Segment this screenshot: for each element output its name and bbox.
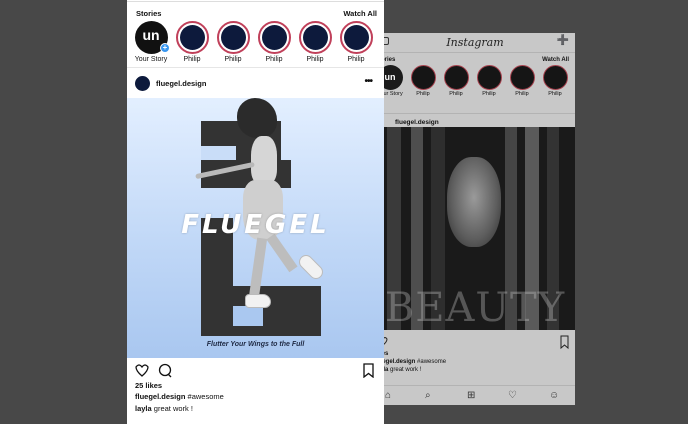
avatar (343, 25, 369, 50)
back-stories-row-header: Stories Watch All (375, 53, 575, 65)
back-caption: fluegel.design #awesome (375, 359, 446, 365)
post-actions (127, 362, 384, 379)
add-post-icon[interactable]: ⊞ (467, 390, 475, 402)
comment-text: great work ! (153, 404, 193, 413)
story-ring (216, 21, 250, 54)
story-ring (257, 21, 291, 54)
story-your-story[interactable]: un + Your Story (131, 21, 171, 63)
portrait-face (447, 157, 501, 247)
story-name: Philip (482, 91, 496, 97)
story-name: Philip (183, 56, 201, 63)
avatar (443, 65, 469, 90)
story-item[interactable]: Philip (172, 21, 212, 63)
caption-user[interactable]: fluegel.design (135, 392, 185, 401)
add-story-plus-icon[interactable]: + (160, 43, 170, 53)
back-post-image[interactable]: BEAUTY (375, 127, 575, 330)
avatar (261, 25, 287, 50)
stories-label: Stories (136, 9, 162, 18)
figure-hair (237, 98, 277, 138)
avatar (302, 25, 328, 50)
back-header: Instagram ➕ (375, 33, 575, 53)
back-story-item[interactable]: Philip (507, 65, 537, 97)
figure-shoe (296, 252, 326, 282)
story-name: Philip (265, 56, 283, 63)
post-tagline: Flutter Your Wings to the Full (206, 341, 305, 348)
story-item[interactable]: Philip (254, 21, 294, 63)
figure-leg (248, 237, 268, 299)
bookmark-icon (363, 363, 374, 379)
back-post-username[interactable]: fluegel.design (395, 119, 439, 126)
back-post-actions (375, 333, 575, 351)
back-comment-text: great work ! (390, 367, 422, 373)
back-actions-icons (378, 335, 569, 350)
heart-icon[interactable]: ♡ (508, 390, 517, 402)
top-divider (127, 0, 384, 2)
post-caption: fluegel.design #awesome (135, 392, 224, 401)
avatar (410, 65, 436, 90)
story-name: Philip (548, 91, 562, 97)
home-icon[interactable]: ⌂ (385, 390, 391, 402)
beauty-watermark-text: BEAUTY (384, 285, 566, 330)
back-story-item[interactable]: Philip (540, 65, 570, 97)
caption-text: #awesome (187, 392, 224, 401)
story-item[interactable]: Philip (336, 21, 376, 63)
like-heart-icon (135, 364, 149, 377)
story-name: Philip (416, 91, 430, 97)
avatar (542, 65, 568, 90)
add-user-icon[interactable]: ➕ (557, 35, 569, 47)
back-story-item[interactable]: Philip (408, 65, 438, 97)
instagram-logo: Instagram (446, 36, 504, 49)
back-phone-screen: Instagram ➕ Stories Watch All un Your St… (375, 33, 575, 405)
avatar-initials: un (142, 27, 160, 43)
story-ring (175, 21, 209, 54)
figure-shoe (245, 294, 271, 308)
post-avatar[interactable] (135, 76, 150, 91)
post-image[interactable]: FLUEGEL Flutter Your Wings to the Full (127, 98, 384, 358)
back-stories-list: un Your Story Philip Philip Philip Phili… (375, 65, 575, 113)
back-caption-text: #awesome (417, 359, 447, 365)
story-item[interactable]: Philip (295, 21, 335, 63)
avatar (220, 25, 246, 50)
watch-all-link[interactable]: Watch All (343, 9, 377, 18)
story-name: Philip (449, 91, 463, 97)
story-name: Philip (306, 56, 324, 63)
stories-divider (127, 67, 384, 68)
story-name: Philip (515, 91, 529, 97)
story-ring (298, 21, 332, 54)
back-story-item[interactable]: Philip (474, 65, 504, 97)
post-comment: layla great work ! (135, 404, 193, 413)
story-name: Your Story (134, 56, 168, 63)
search-icon[interactable]: ⌕ (425, 390, 431, 402)
avatar (476, 65, 502, 90)
avatar (509, 65, 535, 90)
post-action-icons (135, 363, 374, 379)
story-item[interactable]: Philip (213, 21, 253, 63)
likes-count: 25 likes (135, 381, 163, 390)
brand-wordmark: FLUEGEL (181, 210, 330, 240)
comment-icon (158, 363, 172, 378)
story-name: Philip (347, 56, 365, 63)
story-name: Philip (224, 56, 242, 63)
back-bottom-nav: ⌂ ⌕ ⊞ ♡ ☺ (375, 385, 575, 405)
back-watch-all-link[interactable]: Watch All (542, 57, 569, 63)
post-username[interactable]: fluegel.design (156, 79, 206, 88)
story-ring (339, 21, 373, 54)
comment-user[interactable]: layla (135, 404, 152, 413)
more-options-icon[interactable]: ••• (364, 76, 372, 87)
front-phone-screen: Stories Watch All un + Your Story Philip… (127, 0, 384, 424)
profile-icon[interactable]: ☺ (549, 390, 559, 402)
back-story-item[interactable]: Philip (441, 65, 471, 97)
avatar (179, 25, 205, 50)
figure-torso (251, 136, 277, 184)
